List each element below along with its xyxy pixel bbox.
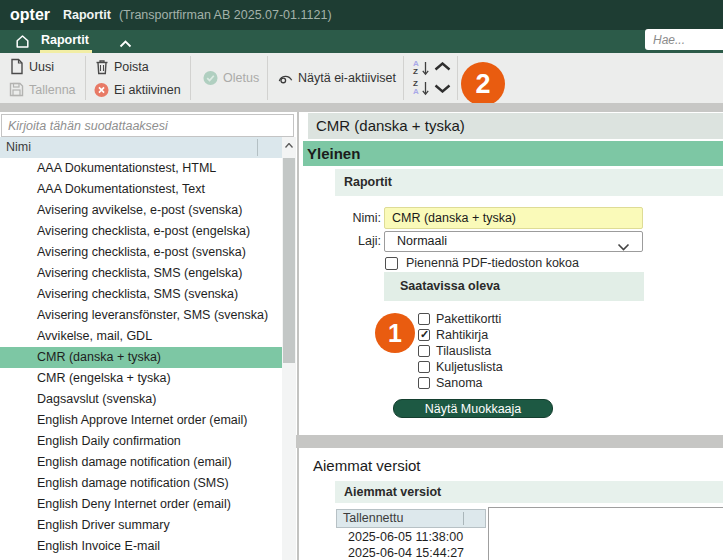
report-type-option[interactable]: Pakettikortti: [418, 311, 503, 327]
delete-button[interactable]: Poista: [94, 56, 190, 78]
section-divider: [296, 435, 723, 448]
versions-column-header[interactable]: Tallennettu: [336, 509, 486, 528]
trash-icon: [94, 59, 109, 75]
step-2-badge: 2: [461, 62, 505, 106]
sort-descending-button[interactable]: ZA: [413, 80, 429, 97]
option-checkbox[interactable]: [418, 329, 430, 341]
pdf-size-checkbox[interactable]: [385, 257, 398, 270]
name-input[interactable]: [384, 207, 643, 229]
column-divider[interactable]: [257, 139, 258, 156]
down-arrow-icon: [422, 81, 429, 96]
opter-logo: opter: [10, 6, 50, 24]
move-down-button[interactable]: [434, 82, 451, 96]
group-header-raportit: Raportit: [335, 169, 723, 196]
name-label: Nimi:: [321, 207, 381, 229]
report-list-item[interactable]: Avisering checklista, SMS (svenska): [0, 284, 282, 305]
nav-bar: Raportit: [0, 30, 723, 53]
option-checkbox[interactable]: [418, 313, 430, 325]
report-list-item[interactable]: CMR (danska + tyska): [0, 347, 282, 368]
title-bar: opter Raportit (Transportfirman AB 2025.…: [0, 0, 723, 30]
toolbar-content-divider: [0, 103, 723, 112]
report-list-item[interactable]: Avisering leveransfönster, SMS (svenska): [0, 305, 282, 326]
report-type-option[interactable]: Sanoma: [418, 375, 503, 391]
report-list-item[interactable]: English Deny Internet order (email): [0, 494, 282, 515]
versions-group-header: Aiemmat versiot: [335, 481, 723, 503]
report-type-option[interactable]: Rahtikirja: [418, 327, 503, 343]
report-list-item[interactable]: English Invoice E-mail: [0, 536, 282, 557]
show-inactive-button[interactable]: Näytä ei-aktiiviset: [278, 71, 403, 85]
tab-raportit[interactable]: Raportit: [41, 30, 89, 53]
collapse-chevron-icon[interactable]: [119, 37, 132, 51]
report-list-item[interactable]: Avisering checklista, e-post (engelska): [0, 221, 282, 242]
window-subtitle: (Transportfirman AB 2025.07-01.1121): [119, 8, 332, 22]
toolbar: Uusi Tallenna Poista Ei aktiivinen: [0, 53, 723, 103]
section-header-yleinen[interactable]: Yleinen: [303, 141, 723, 166]
show-editor-button[interactable]: Näytä Muokkaaja: [393, 399, 553, 418]
option-checkbox[interactable]: [418, 377, 430, 389]
report-list-item[interactable]: English damage notification (email): [0, 452, 282, 473]
report-list-item[interactable]: AAA Dokumentationstest, HTML: [0, 158, 282, 179]
toolbar-separator: [403, 56, 404, 100]
save-button[interactable]: Tallenna: [9, 79, 85, 101]
report-list-panel: Nimi AAA Dokumentationstest, HTML AAA Do…: [0, 112, 296, 560]
sort-ascending-button[interactable]: AZ: [413, 60, 429, 77]
save-icon: [9, 82, 24, 97]
report-list-item[interactable]: Dagsavslut (svenska): [0, 389, 282, 410]
default-button[interactable]: Oletus: [203, 70, 267, 86]
version-row[interactable]: 2025-06-05 11:38:00: [336, 529, 486, 545]
versions-table: 2025-06-05 11:38:00 2025-06-04 15:44:27: [336, 529, 486, 560]
scrollbar-up-arrow[interactable]: [282, 137, 296, 154]
default-check-icon: [203, 70, 218, 86]
versions-column-divider[interactable]: [463, 512, 464, 525]
available-header: Saatavissa oleva: [384, 272, 644, 301]
report-type-option[interactable]: Tilauslista: [418, 343, 503, 359]
scrollbar-thumb[interactable]: [283, 158, 295, 363]
report-list-item[interactable]: English Daily confirmation: [0, 431, 282, 452]
type-dropdown[interactable]: Normaali: [384, 231, 643, 252]
report-list-item[interactable]: AAA Dokumentationstest, Text: [0, 179, 282, 200]
home-icon[interactable]: [15, 34, 30, 52]
report-list-item[interactable]: Avisering checklista, e-post (svenska): [0, 242, 282, 263]
inactive-circle-x-icon: [94, 82, 109, 98]
report-list-item[interactable]: English Approve Internet order (email): [0, 410, 282, 431]
move-up-button[interactable]: [434, 60, 451, 74]
option-checkbox[interactable]: [418, 361, 430, 373]
column-header-nimi[interactable]: Nimi: [0, 137, 282, 158]
search-input[interactable]: [645, 29, 723, 50]
report-list-item[interactable]: English damage notification (SMS): [0, 473, 282, 494]
pdf-size-option[interactable]: Pienennä PDF-tiedoston kokoa: [385, 255, 579, 271]
report-list-item[interactable]: Avisering checklista, SMS (engelska): [0, 263, 282, 284]
versions-section-title: Aiemmat versiot: [313, 457, 421, 474]
report-list-item[interactable]: English Driver summary: [0, 515, 282, 536]
new-document-icon: [9, 58, 24, 75]
report-list-item[interactable]: CMR (engelska + tyska): [0, 368, 282, 389]
list-scrollbar[interactable]: [282, 137, 296, 560]
set-inactive-button[interactable]: Ei aktiivinen: [94, 79, 190, 101]
report-list-item[interactable]: Avisering avvikelse, e-post (svenska): [0, 200, 282, 221]
new-button[interactable]: Uusi: [9, 56, 85, 78]
detail-panel: CMR (danska + tyska) Yleinen Raportit Ni…: [303, 112, 723, 560]
report-type-options: Pakettikortti Rahtikirja Tilauslista Kul…: [418, 311, 503, 391]
down-arrow-icon: [422, 61, 429, 76]
dropdown-chevron-icon: [617, 238, 630, 257]
version-preview-pane: [488, 507, 723, 560]
window-title: Raportit: [63, 8, 111, 22]
version-row[interactable]: 2025-06-04 15:44:27: [336, 545, 486, 560]
report-type-option[interactable]: Kuljetuslista: [418, 359, 503, 375]
toolbar-separator: [457, 56, 458, 100]
type-label: Laji:: [321, 231, 381, 252]
report-list: AAA Dokumentationstest, HTML AAA Dokumen…: [0, 158, 282, 557]
report-list-item[interactable]: Avvikelse, mail, GDL: [0, 326, 282, 347]
step-1-badge: 1: [375, 313, 415, 353]
filter-input[interactable]: [1, 114, 294, 137]
option-checkbox[interactable]: [418, 345, 430, 357]
detail-title: CMR (danska + tyska): [308, 113, 723, 139]
panel-splitter[interactable]: [297, 112, 299, 560]
eye-icon: [278, 72, 293, 85]
